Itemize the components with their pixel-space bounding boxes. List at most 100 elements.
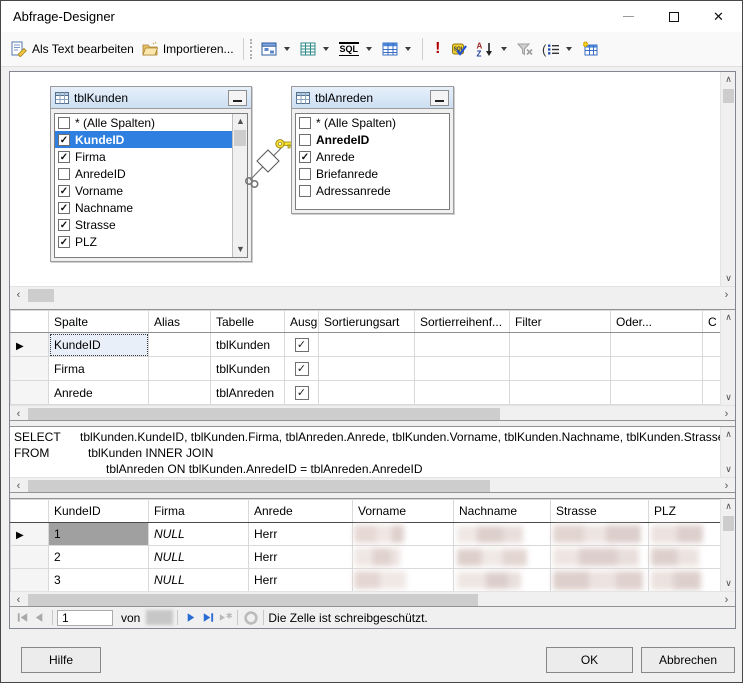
tabelle-cell[interactable]: tblKunden (210, 332, 285, 357)
title-bar[interactable]: Abfrage-Designer ✕ (1, 1, 742, 32)
column-header[interactable]: Nachname (453, 499, 551, 523)
table-window-titlebar[interactable]: tblAnreden (292, 87, 453, 109)
anrede-cell[interactable]: Herr (248, 545, 353, 569)
edit-as-text-button[interactable]: Als Text bearbeiten (7, 38, 138, 60)
scroll-right-icon[interactable]: › (718, 287, 735, 303)
field-checkbox[interactable]: ✓ (58, 201, 70, 214)
alias-cell[interactable] (148, 332, 211, 357)
column-header[interactable]: Ausg... (284, 310, 319, 333)
minimize-button[interactable] (606, 1, 651, 32)
ausgabe-cell[interactable]: ✓ (284, 356, 319, 381)
field-row[interactable]: ✓ Strasse (55, 216, 232, 233)
sql-text[interactable]: SELECT tblKunden.KundeID, tblKunden.Firm… (10, 427, 720, 477)
column-header[interactable]: C (702, 310, 721, 333)
scroll-down-icon[interactable]: ▼ (233, 242, 247, 257)
cancel-query-button[interactable] (242, 609, 259, 626)
anrede-cell[interactable]: Herr (248, 522, 353, 546)
alias-cell[interactable] (148, 356, 211, 381)
scroll-left-icon[interactable]: ‹ (10, 478, 27, 492)
criteria-horizontal-scrollbar[interactable]: ‹ › (10, 405, 735, 420)
scroll-up-icon[interactable]: ▲ (233, 114, 247, 129)
filter-cell[interactable] (509, 332, 611, 357)
field-checkbox[interactable]: ✓ (299, 150, 311, 163)
oder-cell[interactable] (610, 380, 703, 405)
kundeid-cell[interactable]: 1 (48, 522, 149, 546)
show-sql-pane-button[interactable]: SQL (335, 39, 379, 59)
scroll-up-icon[interactable]: ∧ (721, 310, 735, 325)
scroll-down-icon[interactable]: ∨ (721, 462, 735, 477)
column-header[interactable]: Tabelle (210, 310, 285, 333)
field-checkbox[interactable]: ✓ (58, 150, 70, 163)
column-header[interactable]: Anrede (248, 499, 353, 523)
diagram-pane-dropdown-caret[interactable] (283, 47, 290, 51)
filter-cell[interactable] (509, 380, 611, 405)
column-header[interactable]: Oder... (610, 310, 703, 333)
filter-cell[interactable] (509, 356, 611, 381)
field-checkbox[interactable]: ✓ (58, 235, 70, 248)
column-header[interactable]: Spalte (48, 310, 149, 333)
results-vertical-scrollbar[interactable]: ∧ ∨ (720, 499, 735, 591)
tabelle-cell[interactable]: tblKunden (210, 356, 285, 381)
new-record-button[interactable] (216, 609, 233, 626)
spalte-cell[interactable]: Anrede (48, 380, 149, 405)
row-selector[interactable] (10, 380, 49, 405)
spalte-cell[interactable]: KundeID (48, 332, 149, 357)
field-row[interactable]: Adressanrede (296, 182, 449, 199)
alias-cell[interactable] (148, 380, 211, 405)
scroll-right-icon[interactable]: › (718, 406, 735, 420)
sql-pane[interactable]: SELECT tblKunden.KundeID, tblKunden.Firm… (10, 426, 735, 493)
sortierreihenfolge-cell[interactable] (414, 332, 510, 357)
column-header[interactable]: Sortierungsart (318, 310, 415, 333)
oder2-cell[interactable] (702, 380, 721, 405)
field-checkbox[interactable] (299, 184, 311, 197)
scroll-left-icon[interactable]: ‹ (10, 592, 27, 606)
scroll-left-icon[interactable]: ‹ (10, 287, 27, 303)
maximize-button[interactable] (651, 1, 696, 32)
import-button[interactable]: Importieren... (138, 38, 238, 60)
oder-cell[interactable] (610, 356, 703, 381)
show-diagram-pane-button[interactable] (257, 38, 296, 60)
sortierungsart-cell[interactable] (318, 356, 415, 381)
add-table-button[interactable] (578, 38, 602, 60)
show-results-pane-button[interactable] (378, 38, 417, 60)
scrollbar-thumb[interactable] (723, 516, 734, 531)
remove-filter-button[interactable] (513, 38, 537, 60)
field-checkbox[interactable] (299, 116, 311, 129)
table-window-titlebar[interactable]: tblKunden (51, 87, 251, 109)
scrollbar-thumb[interactable] (28, 408, 500, 420)
kundeid-cell[interactable]: 2 (48, 545, 149, 569)
firma-cell[interactable]: NULL (148, 545, 249, 569)
close-button[interactable]: ✕ (696, 1, 741, 32)
column-header[interactable]: PLZ (648, 499, 721, 523)
row-selector[interactable] (10, 568, 49, 592)
scrollbar-thumb[interactable] (28, 594, 478, 606)
scroll-down-icon[interactable]: ∨ (721, 576, 735, 591)
sortierungsart-cell[interactable] (318, 332, 415, 357)
row-selector[interactable]: ▶ (10, 332, 49, 357)
show-criteria-pane-button[interactable] (296, 38, 335, 60)
scrollbar-thumb[interactable] (723, 89, 734, 103)
field-row[interactable]: ✓ PLZ (55, 233, 232, 250)
diagram-horizontal-scrollbar[interactable]: ‹ › (10, 286, 735, 303)
output-checkbox[interactable]: ✓ (294, 337, 309, 352)
sql-pane-dropdown-caret[interactable] (366, 47, 373, 51)
scroll-left-icon[interactable]: ‹ (10, 406, 27, 420)
oder2-cell[interactable] (702, 332, 721, 357)
ok-button[interactable]: OK (546, 647, 633, 673)
field-row[interactable]: * (Alle Spalten) (296, 114, 449, 131)
anrede-cell[interactable]: Herr (248, 568, 353, 592)
ausgabe-cell[interactable]: ✓ (284, 332, 319, 357)
field-row[interactable]: AnredeID (296, 131, 449, 148)
group-by-dropdown-caret[interactable] (566, 47, 573, 51)
spalte-cell[interactable]: Firma (48, 356, 149, 381)
ausgabe-cell[interactable]: ✓ (284, 380, 319, 405)
row-selector[interactable] (10, 356, 49, 381)
field-row[interactable]: ✓ Anrede (296, 148, 449, 165)
corner-header[interactable] (10, 499, 49, 523)
oder2-cell[interactable] (702, 356, 721, 381)
results-horizontal-scrollbar[interactable]: ‹ › (10, 591, 735, 606)
field-row[interactable]: ✓ Nachname (55, 199, 232, 216)
field-row[interactable]: ✓ KundeID (55, 131, 232, 148)
field-row[interactable]: ✓ Firma (55, 148, 232, 165)
scroll-right-icon[interactable]: › (718, 592, 735, 606)
